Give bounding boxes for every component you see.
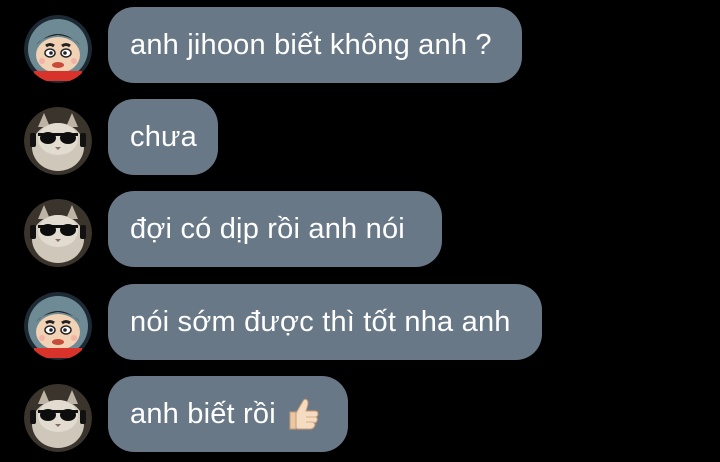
cat-sunglasses-avatar-icon[interactable] — [24, 107, 92, 175]
message-bubble[interactable]: nói sớm được thì tốt nha anh — [108, 284, 542, 360]
chat-thread: anh jihoon biết không anh ? chưa đợi có … — [0, 0, 720, 462]
message-text: anh jihoon biết không anh ? — [130, 28, 492, 61]
message-row: anh jihoon biết không anh ? — [0, 7, 720, 83]
message-bubble[interactable]: đợi có dịp rồi anh nói — [108, 191, 442, 267]
message-row: anh biết rồi — [0, 376, 720, 452]
message-bubble[interactable]: anh jihoon biết không anh ? — [108, 7, 522, 83]
message-bubble[interactable]: chưa — [108, 99, 218, 175]
message-text: chưa — [130, 120, 197, 153]
thumbs-up-icon — [284, 395, 322, 433]
message-row: chưa — [0, 99, 720, 175]
message-text: anh biết rồi — [130, 397, 276, 430]
cat-sunglasses-avatar-icon[interactable] — [24, 199, 92, 267]
message-text: đợi có dịp rồi anh nói — [130, 212, 405, 245]
message-bubble[interactable]: anh biết rồi — [108, 376, 348, 452]
message-text: nói sớm được thì tốt nha anh — [130, 305, 511, 338]
shin-chan-avatar-icon[interactable] — [24, 15, 92, 83]
message-row: nói sớm được thì tốt nha anh — [0, 284, 720, 360]
message-row: đợi có dịp rồi anh nói — [0, 191, 720, 267]
shin-chan-avatar-icon[interactable] — [24, 292, 92, 360]
cat-sunglasses-avatar-icon[interactable] — [24, 384, 92, 452]
